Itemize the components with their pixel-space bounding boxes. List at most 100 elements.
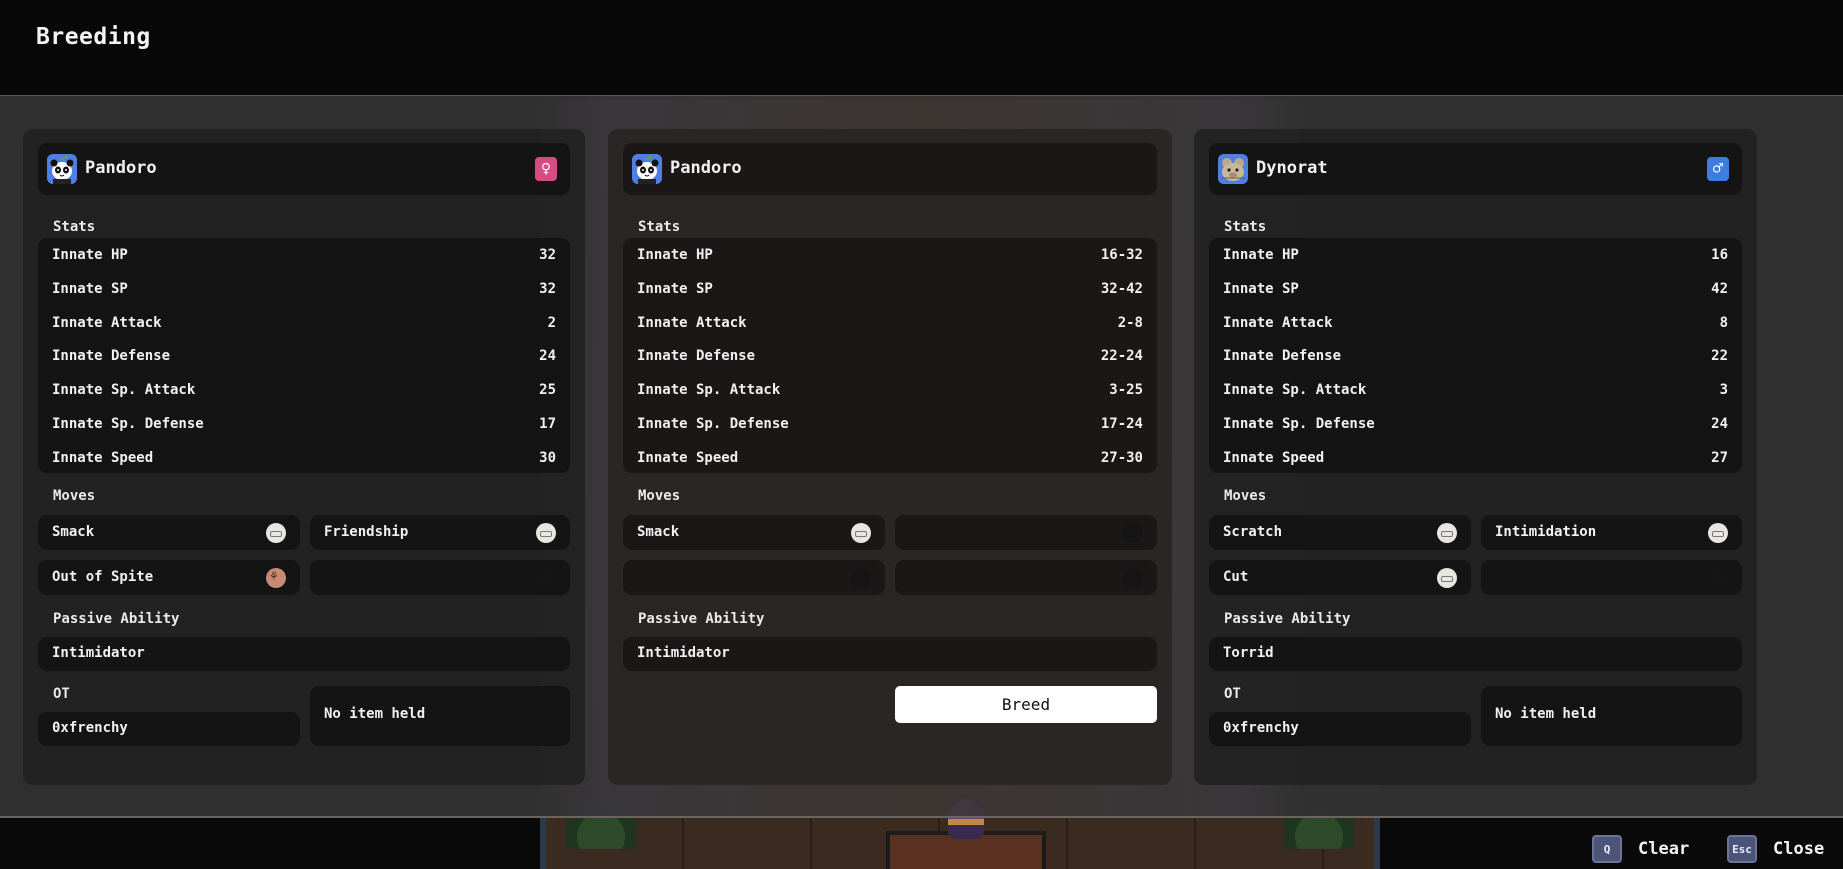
rat-monster-icon (1218, 154, 1248, 184)
move-name: Scratch (1223, 524, 1283, 540)
stat-row: Innate Speed 30 (52, 448, 556, 468)
move-slot-empty[interactable] (623, 560, 885, 595)
stat-range: 22-24 (1100, 348, 1143, 364)
stat-label: Innate SP (52, 281, 128, 297)
move-slot-empty[interactable] (895, 560, 1157, 595)
stat-row: Innate Attack 2-8 (637, 313, 1143, 333)
stat-row: Innate Defense 22 (1223, 346, 1728, 366)
stats-label: Stats (1224, 219, 1267, 235)
stat-row: Innate SP 42 (1223, 279, 1728, 299)
stat-row: Innate Sp. Attack 3 (1223, 380, 1728, 400)
stat-label: Innate Defense (52, 348, 171, 364)
stat-value: 27 (1711, 450, 1728, 466)
held-item-box[interactable]: No item held (1481, 686, 1742, 746)
normal-type-icon (1437, 568, 1457, 588)
stat-value: 24 (1711, 416, 1728, 432)
stat-value: 16 (1711, 247, 1728, 263)
stat-range: 3-25 (1109, 382, 1143, 398)
stat-row: Innate Attack 2 (52, 313, 556, 333)
stat-label: Innate Speed (637, 450, 739, 466)
stat-row: Innate Sp. Defense 17-24 (637, 414, 1143, 434)
stat-label: Innate Sp. Attack (637, 382, 781, 398)
passive-ability-box: Torrid (1209, 637, 1742, 671)
stats-list: Innate HP 32 Innate SP 32 Innate Attack 2 I… (38, 238, 570, 473)
stat-row: Innate HP 16-32 (637, 245, 1143, 265)
empty-type-icon (1708, 568, 1728, 588)
move-name: Friendship (324, 524, 409, 540)
clear-label: Clear (1638, 839, 1690, 859)
monster-name: Pandoro (85, 158, 157, 178)
stat-row: Innate SP 32-42 (637, 279, 1143, 299)
key-hint-bar: Q Clear Esc Close (0, 818, 1843, 869)
stat-row: Innate Sp. Attack 25 (52, 380, 556, 400)
move-slot[interactable]: Scratch (1209, 515, 1471, 550)
move-slot[interactable]: Smack (623, 515, 885, 550)
monster-header: Pandoro (623, 143, 1157, 195)
close-button[interactable]: Esc Close (1727, 832, 1824, 866)
clear-button[interactable]: Q Clear (1592, 832, 1689, 866)
stat-value: 30 (539, 450, 556, 466)
stat-row: Innate HP 16 (1223, 245, 1728, 265)
passive-ability-box: Intimidator (38, 637, 570, 671)
passive-ability-box: Intimidator (623, 637, 1157, 671)
stat-label: Innate Sp. Attack (52, 382, 196, 398)
window-header: Breeding (0, 0, 1843, 95)
q-key-icon: Q (1592, 835, 1622, 863)
move-slot[interactable]: Smack (38, 515, 300, 550)
moves-label: Moves (53, 488, 96, 504)
breed-button[interactable]: Breed (895, 686, 1157, 723)
move-slot[interactable]: Cut (1209, 560, 1471, 595)
stat-value: 2 (547, 315, 556, 331)
stat-value: 8 (1719, 315, 1728, 331)
move-slot[interactable]: Intimidation (1481, 515, 1742, 550)
ot-label: OT (53, 686, 70, 702)
stat-label: Innate Speed (52, 450, 154, 466)
monster-header[interactable]: Dynorat ♂ (1209, 143, 1742, 195)
offspring-panel: Pandoro Stats Innate HP 16-32 Innate SP 32… (608, 129, 1172, 785)
move-name: Intimidation (1495, 524, 1597, 540)
stat-value: 32 (539, 247, 556, 263)
stat-row: Innate HP 32 (52, 245, 556, 265)
stat-value: 3 (1719, 382, 1728, 398)
move-slot[interactable]: Friendship (310, 515, 570, 550)
stat-range: 17-24 (1100, 416, 1143, 432)
stat-label: Innate Sp. Defense (52, 416, 204, 432)
close-label: Close (1773, 839, 1825, 859)
normal-type-icon (1708, 523, 1728, 543)
normal-type-icon (851, 523, 871, 543)
stat-row: Innate Sp. Defense 17 (52, 414, 556, 434)
stat-range: 16-32 (1100, 247, 1143, 263)
passive-ability-label: Passive Ability (638, 611, 765, 627)
passive-ability-label: Passive Ability (53, 611, 180, 627)
monster-header[interactable]: Pandoro ♀ (38, 143, 570, 195)
move-slot-empty[interactable] (895, 515, 1157, 550)
move-slot-empty[interactable] (310, 560, 570, 595)
stat-label: Innate Attack (637, 315, 747, 331)
held-item-box[interactable]: No item held (310, 686, 570, 746)
move-name: Cut (1223, 569, 1249, 585)
stat-range: 2-8 (1117, 315, 1143, 331)
stat-row: Innate Sp. Attack 3-25 (637, 380, 1143, 400)
empty-type-icon (851, 568, 871, 588)
moves-label: Moves (638, 488, 681, 504)
stat-label: Innate SP (1223, 281, 1299, 297)
stat-value: 42 (1711, 281, 1728, 297)
passive-ability-value: Intimidator (52, 645, 145, 661)
passive-ability-value: Torrid (1223, 645, 1274, 661)
move-slot-empty[interactable] (1481, 560, 1742, 595)
move-name: Smack (637, 524, 680, 540)
stat-row: Innate SP 32 (52, 279, 556, 299)
empty-type-icon (536, 568, 556, 588)
moves-label: Moves (1224, 488, 1267, 504)
stat-label: Innate HP (1223, 247, 1299, 263)
stat-value: 32 (539, 281, 556, 297)
move-slot[interactable]: Out of Spite (38, 560, 300, 595)
stat-row: Innate Speed 27 (1223, 448, 1728, 468)
stat-value: 17 (539, 416, 556, 432)
stat-row: Innate Defense 22-24 (637, 346, 1143, 366)
monster-name: Pandoro (670, 158, 742, 178)
held-item-value: No item held (1495, 706, 1597, 722)
stats-list: Innate HP 16 Innate SP 42 Innate Attack 8 I… (1209, 238, 1742, 473)
parent-panel-right: Dynorat ♂ Stats Innate HP 16 Innate SP 42 … (1194, 129, 1757, 785)
stat-label: Innate Speed (1223, 450, 1325, 466)
